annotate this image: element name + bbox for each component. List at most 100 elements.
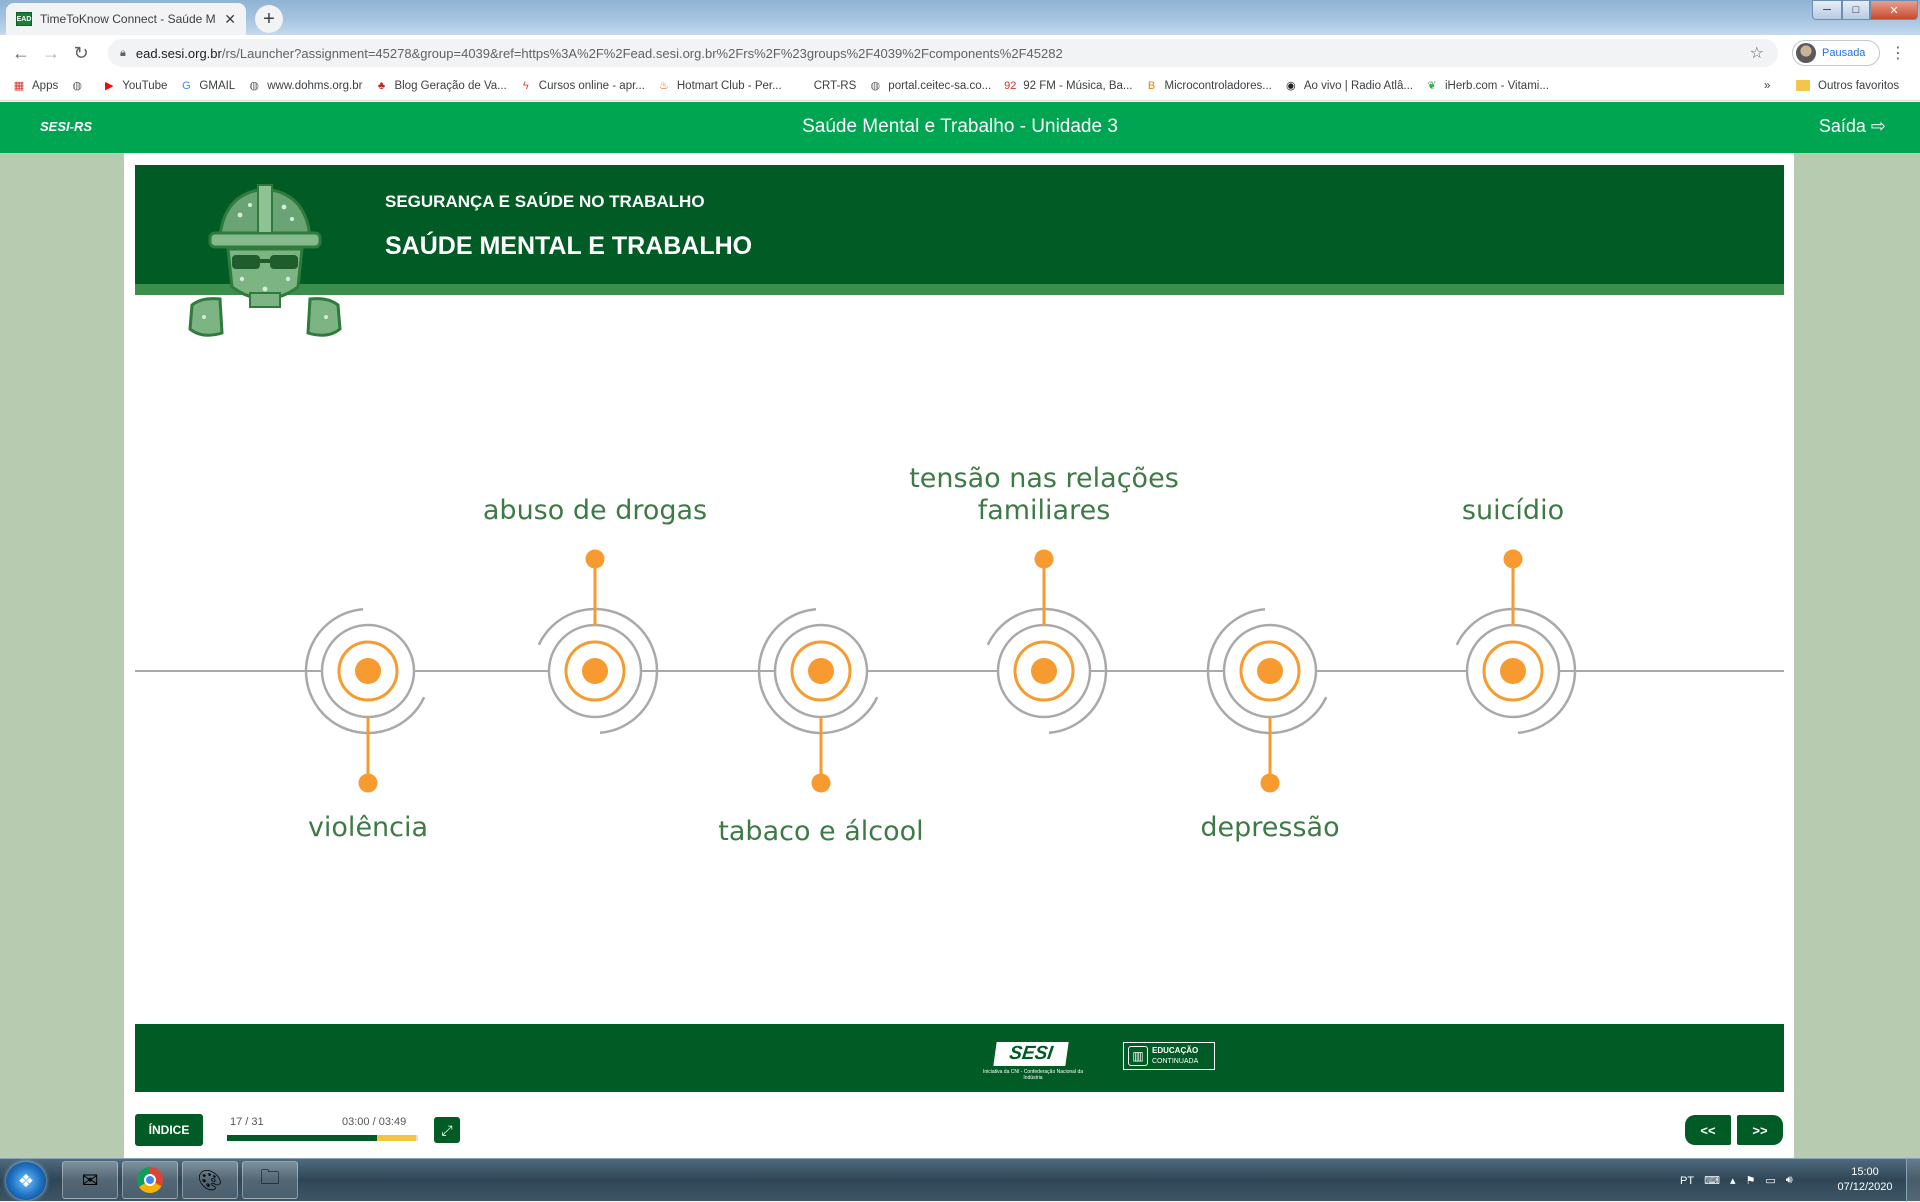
- timeline-node[interactable]: suicídio: [1431, 495, 1596, 753]
- tab-close-icon[interactable]: ✕: [224, 11, 236, 28]
- node-pin-dot: [358, 773, 378, 793]
- bookmark-item[interactable]: ϟ Cursos online - apr...: [519, 79, 645, 93]
- timeline-node[interactable]: tensão nas relaçõesfamiliares: [909, 463, 1179, 753]
- node-center-dot: [1500, 658, 1526, 684]
- bookmark-label: Blog Geração de Va...: [394, 79, 507, 92]
- taskbar-outlook-icon[interactable]: ✉: [62, 1161, 118, 1199]
- bookmark-label: portal.ceitec-sa.co...: [888, 79, 992, 92]
- timeline-label: abuso de drogas: [483, 495, 707, 526]
- browser-tabstrip: EAD TimeToKnow Connect - Saúde M ✕ + ─ □…: [0, 0, 1920, 35]
- book-icon: ▥: [1128, 1046, 1148, 1066]
- timeline-node[interactable]: depressão: [1188, 589, 1353, 843]
- risk-factors-timeline: violência abuso de drogas tabaco e álcool t…: [135, 463, 1784, 847]
- timeline-node[interactable]: tabaco e álcool: [718, 589, 924, 847]
- timeline-label: tensão nas relações: [909, 463, 1179, 494]
- window-close-button[interactable]: ✕: [1870, 0, 1918, 20]
- url-host: ead.sesi.org.br: [135, 45, 222, 61]
- windows-start-button[interactable]: ❖: [6, 1162, 46, 1200]
- bookmark-item[interactable]: ▶ YouTube: [102, 79, 167, 93]
- youtube-icon: ▶: [104, 79, 114, 92]
- radio-92-icon: 92: [1004, 79, 1017, 92]
- forward-arrow-icon[interactable]: →: [36, 43, 66, 64]
- show-desktop-button[interactable]: [1906, 1159, 1920, 1202]
- browser-menu-icon[interactable]: ⋮: [1890, 43, 1906, 63]
- bookmark-item[interactable]: ◍: [70, 79, 90, 93]
- timeline-label: suicídio: [1462, 495, 1564, 526]
- ead-favicon-icon: EAD: [16, 12, 32, 26]
- window-minimize-button[interactable]: ─: [1812, 0, 1842, 20]
- slide-title: SAÚDE MENTAL E TRABALHO: [385, 232, 753, 260]
- bookmark-label: Hotmart Club - Per...: [676, 79, 782, 92]
- new-tab-button[interactable]: +: [255, 5, 283, 33]
- timeline-label: tabaco e álcool: [718, 816, 923, 847]
- keyboard-icon[interactable]: ⌨: [1704, 1174, 1720, 1187]
- edu-logo-text: EDUCAÇÃO CONTINUADA: [1152, 1046, 1198, 1067]
- tab-title: TimeToKnow Connect - Saúde M: [40, 12, 216, 26]
- bookmark-label: www.dohms.org.br: [267, 79, 363, 92]
- address-bar[interactable]: 🔒︎ ead.sesi.org.br/rs/Launcher?assignmen…: [108, 39, 1778, 67]
- browser-tab[interactable]: EAD TimeToKnow Connect - Saúde M ✕: [6, 3, 246, 35]
- timeline-nodes: violência abuso de drogas tabaco e álcool t…: [286, 463, 1596, 847]
- bookmark-label: Microcontroladores...: [1164, 79, 1272, 92]
- bookmark-item[interactable]: ◉ Ao vivo | Radio Atlâ...: [1284, 79, 1413, 93]
- bookmark-star-icon[interactable]: ☆: [1750, 43, 1764, 63]
- previous-button[interactable]: <<: [1685, 1115, 1731, 1145]
- profile-button[interactable]: Pausada: [1792, 40, 1880, 66]
- timeline-label: depressão: [1200, 812, 1339, 843]
- other-bookmarks-folder[interactable]: Outros favoritos: [1796, 80, 1899, 92]
- apps-grid-icon: ▦: [13, 79, 25, 92]
- tray-expand-icon[interactable]: ▴: [1730, 1174, 1736, 1187]
- folder-icon: [1796, 80, 1810, 91]
- blogger-icon: B: [1147, 79, 1156, 92]
- volume-icon[interactable]: 🔊︎: [1786, 1174, 1793, 1187]
- edu-logo-line2: CONTINUADA: [1152, 1057, 1199, 1065]
- bookmarks-bar: ▦ Apps ◍ ▶ YouTube G GMAIL ◍ www.dohms.org.br ♣ Bl…: [0, 71, 1920, 101]
- bookmark-item[interactable]: G GMAIL: [179, 79, 235, 93]
- bookmark-label: Apps: [32, 79, 59, 92]
- fullscreen-expand-icon[interactable]: ⤢: [434, 1117, 460, 1143]
- bookmark-item[interactable]: 92 92 FM - Música, Ba...: [1003, 79, 1132, 93]
- slide-kicker: SEGURANÇA E SAÚDE NO TRABALHO: [385, 192, 705, 211]
- bookmark-item[interactable]: ♨ Hotmart Club - Per...: [657, 79, 782, 93]
- sesi-tagline: Iniciativa da CNI - Confederação Naciona…: [982, 1069, 1084, 1081]
- node-center-dot: [355, 658, 381, 684]
- language-indicator[interactable]: PT: [1680, 1175, 1694, 1187]
- window-maximize-button[interactable]: □: [1842, 0, 1870, 20]
- timeline-node[interactable]: violência: [286, 589, 451, 843]
- bookmark-item[interactable]: ♣ Blog Geração de Va...: [374, 79, 507, 93]
- taskbar-paint-icon[interactable]: 🎨︎: [182, 1161, 238, 1199]
- timeline-node[interactable]: abuso de drogas: [483, 495, 707, 753]
- progress-played: [227, 1135, 378, 1141]
- node-center-dot: [808, 658, 834, 684]
- node-center-dot: [1031, 658, 1057, 684]
- reload-icon[interactable]: ↻: [66, 43, 96, 64]
- radio-icon: ◉: [1286, 79, 1296, 92]
- globe-icon: ◍: [249, 79, 260, 92]
- taskbar-explorer-icon[interactable]: 🗀: [242, 1161, 298, 1199]
- bookmark-item[interactable]: ❦ iHerb.com - Vitami...: [1425, 79, 1549, 93]
- google-icon: G: [182, 79, 191, 92]
- taskbar-chrome-icon[interactable]: [122, 1161, 178, 1199]
- bookmark-item[interactable]: ▦ Apps: [12, 79, 58, 93]
- progress-bar[interactable]: [227, 1135, 418, 1141]
- system-clock[interactable]: 15:00 07/12/2020: [1830, 1165, 1900, 1195]
- bookmark-item[interactable]: ◍ www.dohms.org.br: [247, 79, 362, 93]
- bookmark-item[interactable]: CRT-RS: [794, 79, 857, 93]
- system-tray: PT ⌨ ▴ ⚑ ▭ 🔊︎: [1680, 1159, 1803, 1202]
- node-center-dot: [1257, 658, 1283, 684]
- action-center-flag-icon[interactable]: ⚑: [1745, 1174, 1755, 1187]
- index-button[interactable]: ÍNDICE: [135, 1114, 203, 1146]
- exit-button[interactable]: Saída ⇨: [1819, 116, 1886, 137]
- leaf-icon: ❦: [1427, 79, 1437, 92]
- bookmark-item[interactable]: B Microcontroladores...: [1144, 79, 1272, 93]
- page-counter: 17 / 31: [230, 1116, 264, 1128]
- back-arrow-icon[interactable]: ←: [6, 43, 36, 64]
- node-pin-dot: [811, 773, 831, 793]
- bookmarks-overflow-icon[interactable]: »: [1764, 80, 1770, 92]
- profile-status: Pausada: [1822, 47, 1866, 59]
- next-button[interactable]: >>: [1737, 1115, 1783, 1145]
- network-icon[interactable]: ▭: [1765, 1174, 1775, 1187]
- bookmark-item[interactable]: ◍ portal.ceitec-sa.co...: [868, 79, 991, 93]
- time-counter: 03:00 / 03:49: [342, 1116, 407, 1128]
- node-pin-dot: [1034, 549, 1054, 569]
